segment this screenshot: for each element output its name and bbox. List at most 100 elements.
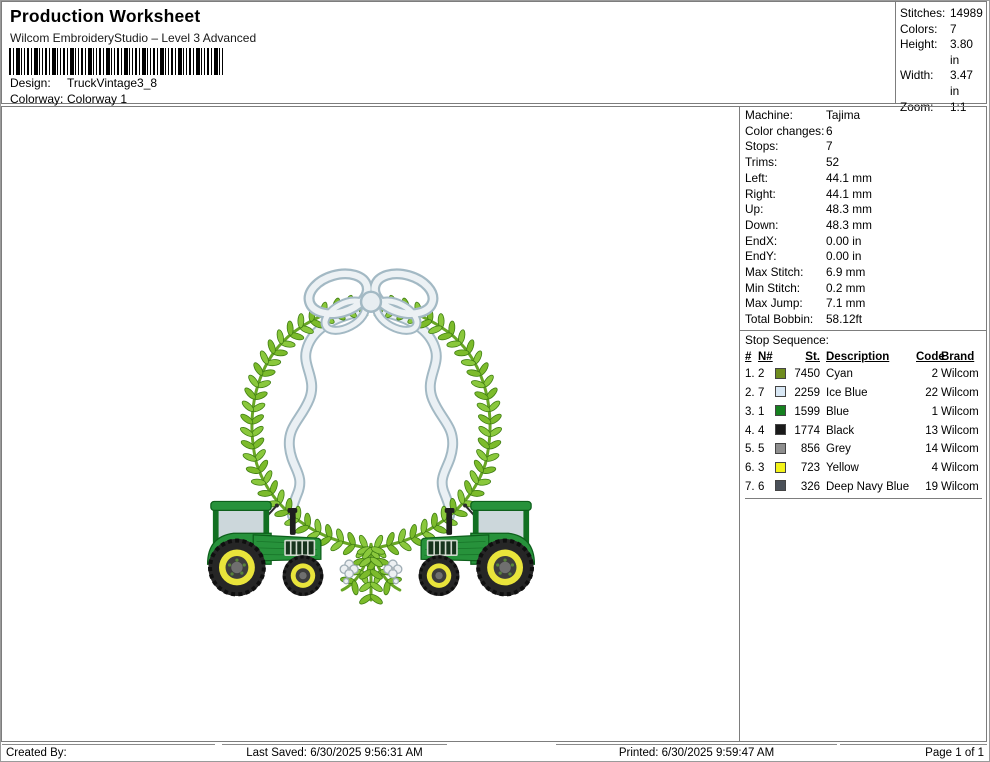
cell-description: Yellow xyxy=(826,462,859,475)
machine-info-row: Down: 48.3 mm xyxy=(745,218,982,234)
info-value: 48.3 mm xyxy=(826,217,872,232)
stat-value: 14989 xyxy=(950,6,983,20)
stat-row: Width: 3.47 in xyxy=(900,68,984,99)
machine-info-row: Max Jump: 7.1 mm xyxy=(745,296,982,312)
main-area: Machine: Tajima Color changes: 6 Stops: 7 T… xyxy=(1,106,987,742)
cell-stitches: 1599 xyxy=(794,405,820,418)
stat-row: Stitches: 14989 xyxy=(900,6,984,22)
table-row: 7. 6 326 Deep Navy Blue 19 Wilcom xyxy=(745,478,982,497)
design-barcode xyxy=(9,48,224,75)
thread-color-swatch xyxy=(775,442,786,454)
page-title: Production Worksheet xyxy=(10,6,201,26)
cell-description: Deep Navy Blue xyxy=(826,480,910,493)
info-label: EndX: xyxy=(745,233,778,248)
cell-needle: 3 xyxy=(758,462,765,475)
cell-description: Ice Blue xyxy=(826,386,868,399)
info-label: Min Stitch: xyxy=(745,280,801,295)
machine-info-row: Right: 44.1 mm xyxy=(745,187,982,203)
cell-stitches: 856 xyxy=(800,443,820,456)
header-left: Production Worksheet Wilcom EmbroiderySt… xyxy=(2,2,894,106)
cell-num: 1. xyxy=(745,368,755,381)
table-row: 6. 3 723 Yellow 4 Wilcom xyxy=(745,460,982,479)
machine-info-list: Machine: Tajima Color changes: 6 Stops: 7 T… xyxy=(740,107,986,330)
app-subtitle: Wilcom EmbroideryStudio – Level 3 Advanc… xyxy=(10,31,257,45)
cell-description: Cyan xyxy=(826,368,853,381)
design-value: TruckVintage3_8 xyxy=(67,76,158,90)
info-value: 52 xyxy=(826,155,840,170)
machine-info-row: Max Stitch: 6.9 mm xyxy=(745,265,982,281)
ribbon-right xyxy=(380,307,459,521)
cell-needle: 1 xyxy=(758,405,765,418)
cell-num: 6. xyxy=(745,462,755,475)
info-value: 7 xyxy=(826,139,833,154)
stop-sequence-table: # N# St. Description Code Brand 1. 2 745… xyxy=(745,350,982,500)
cell-num: 2. xyxy=(745,386,755,399)
table-row: 4. 4 1774 Black 13 Wilcom xyxy=(745,422,982,441)
header: Production Worksheet Wilcom EmbroiderySt… xyxy=(1,1,987,114)
colorway-value: Colorway 1 xyxy=(67,92,128,106)
info-label: Color changes: xyxy=(745,123,825,138)
cell-stitches: 1774 xyxy=(794,424,820,437)
cell-code: 14 xyxy=(925,443,938,456)
cell-stitches: 723 xyxy=(800,462,820,475)
machine-info-row: Min Stitch: 0.2 mm xyxy=(745,281,982,297)
info-value: 6.9 mm xyxy=(826,265,866,280)
info-label: Total Bobbin: xyxy=(745,312,814,327)
design-stats-box: Stitches: 14989 Colors: 7 Height: 3.80 in W… xyxy=(895,2,986,114)
col-num: # xyxy=(745,350,752,363)
cell-code: 22 xyxy=(925,386,938,399)
cell-needle: 6 xyxy=(758,480,765,493)
info-value: 44.1 mm xyxy=(826,170,872,185)
table-row: 1. 2 7450 Cyan 2 Wilcom xyxy=(745,366,982,385)
ribbon-left xyxy=(283,307,362,521)
embroidery-design-preview xyxy=(197,268,545,605)
info-value: 0.00 in xyxy=(826,249,862,264)
stat-label: Width: xyxy=(900,68,934,83)
stat-value: 3.47 in xyxy=(950,68,973,98)
cell-code: 1 xyxy=(931,405,938,418)
machine-info-row: EndX: 0.00 in xyxy=(745,234,982,250)
stat-label: Height: xyxy=(900,37,938,52)
info-label: EndY: xyxy=(745,249,777,264)
cell-brand: Wilcom xyxy=(941,462,979,475)
info-value: 58.12ft xyxy=(826,312,863,327)
footer-printed: Printed: 6/30/2025 9:59:47 AM xyxy=(556,744,837,761)
stat-row: Colors: 7 xyxy=(900,22,984,38)
cell-stitches: 326 xyxy=(800,480,820,493)
cell-description: Grey xyxy=(826,443,851,456)
design-label: Design: xyxy=(10,76,51,90)
info-panel: Machine: Tajima Color changes: 6 Stops: 7 T… xyxy=(739,107,986,741)
info-label: Up: xyxy=(745,202,764,217)
cell-num: 5. xyxy=(745,443,755,456)
cell-stitches: 2259 xyxy=(794,386,820,399)
cell-code: 2 xyxy=(931,368,938,381)
cell-code: 13 xyxy=(925,424,938,437)
info-label: Machine: xyxy=(745,108,793,122)
machine-info-row: Total Bobbin: 58.12ft xyxy=(745,312,982,328)
colorway-row: Colorway: Colorway 1 xyxy=(10,92,127,106)
cell-brand: Wilcom xyxy=(941,424,979,437)
thread-color-swatch xyxy=(775,386,786,398)
info-value: 0.2 mm xyxy=(826,280,866,295)
cell-num: 7. xyxy=(745,480,755,493)
info-value: 0.00 in xyxy=(826,233,862,248)
cell-brand: Wilcom xyxy=(941,443,979,456)
col-description: Description xyxy=(826,350,890,363)
info-value: 7.1 mm xyxy=(826,296,866,311)
footer-last-saved: Last Saved: 6/30/2025 9:56:31 AM xyxy=(222,744,447,761)
machine-info-row: Up: 48.3 mm xyxy=(745,202,982,218)
machine-info-row: Color changes: 6 xyxy=(745,124,982,140)
cell-needle: 5 xyxy=(758,443,765,456)
cell-description: Black xyxy=(826,424,855,437)
info-label: Max Stitch: xyxy=(745,265,804,280)
info-label: Right: xyxy=(745,186,776,201)
col-stitches: St. xyxy=(805,350,820,363)
stat-label: Stitches: xyxy=(900,6,946,20)
table-row: 5. 5 856 Grey 14 Wilcom xyxy=(745,441,982,460)
design-canvas xyxy=(2,107,739,741)
cell-description: Blue xyxy=(826,405,850,418)
info-label: Trims: xyxy=(745,155,778,170)
stat-value: 3.80 in xyxy=(950,37,973,67)
machine-info-row: Stops: 7 xyxy=(745,139,982,155)
table-row: 2. 7 2259 Ice Blue 22 Wilcom xyxy=(745,384,982,403)
